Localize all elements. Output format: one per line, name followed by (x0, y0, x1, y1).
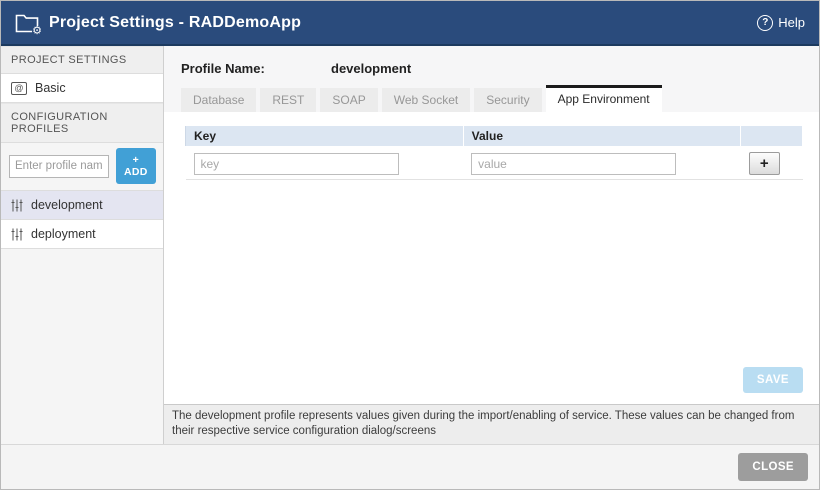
basic-window-icon: @ (11, 82, 27, 95)
titlebar: ⚙ Project Settings - RADDemoApp ? Help (1, 1, 819, 46)
tab-security[interactable]: Security (474, 88, 541, 112)
dialog-title: Project Settings - RADDemoApp (49, 14, 301, 32)
key-input[interactable] (194, 153, 399, 175)
configuration-profiles-heading: CONFIGURATION PROFILES (1, 103, 163, 143)
sidebar-profile-deployment[interactable]: deployment (1, 220, 163, 249)
add-profile-row: + ADD (1, 143, 163, 191)
tab-app-environment[interactable]: App Environment (546, 85, 662, 112)
sidebar: PROJECT SETTINGS @ Basic CONFIGURATION P… (1, 46, 164, 444)
tab-web-socket[interactable]: Web Socket (382, 88, 470, 112)
save-button[interactable]: SAVE (743, 367, 803, 393)
add-profile-button[interactable]: + ADD (116, 148, 156, 184)
column-header-value: Value (463, 126, 741, 148)
profile-name-row: Profile Name: development (164, 46, 819, 85)
app-environment-panel: Key Value + SAVE (164, 112, 819, 404)
value-input[interactable] (471, 153, 676, 175)
profile-item-label: development (31, 198, 103, 212)
help-label: Help (778, 15, 805, 30)
profile-name-value: development (331, 61, 411, 76)
gear-glyph: ⚙ (32, 26, 42, 37)
key-value-table: Key Value + (185, 125, 803, 180)
add-row-button[interactable]: + (749, 152, 780, 175)
sidebar-item-basic[interactable]: @ Basic (1, 74, 163, 103)
profile-name-label: Profile Name: (181, 61, 331, 76)
project-settings-dialog: ⚙ Project Settings - RADDemoApp ? Help P… (0, 0, 820, 490)
help-circle-icon: ? (757, 15, 773, 31)
bottom-bar: CLOSE (1, 444, 819, 489)
folder-gear-icon: ⚙ (15, 12, 39, 33)
sliders-icon (11, 228, 23, 241)
sidebar-item-label: Basic (35, 81, 66, 95)
project-settings-heading: PROJECT SETTINGS (1, 46, 163, 74)
profile-note: The development profile represents value… (164, 404, 819, 444)
sidebar-filler (1, 249, 163, 444)
tab-soap[interactable]: SOAP (320, 88, 377, 112)
new-entry-row: + (186, 147, 803, 180)
sidebar-profile-development[interactable]: development (1, 191, 163, 220)
tab-rest[interactable]: REST (260, 88, 316, 112)
help-button[interactable]: ? Help (757, 15, 805, 31)
sliders-icon (11, 199, 23, 212)
profile-name-input[interactable] (9, 155, 109, 178)
tab-database[interactable]: Database (181, 88, 256, 112)
table-header-row: Key Value (186, 126, 803, 148)
column-header-actions (741, 126, 803, 148)
close-button[interactable]: CLOSE (738, 453, 808, 481)
main-content: Profile Name: development Database REST … (164, 46, 819, 444)
dialog-body: PROJECT SETTINGS @ Basic CONFIGURATION P… (1, 46, 819, 444)
column-header-key: Key (186, 126, 464, 148)
profile-item-label: deployment (31, 227, 96, 241)
tab-bar: Database REST SOAP Web Socket Security A… (164, 85, 819, 112)
